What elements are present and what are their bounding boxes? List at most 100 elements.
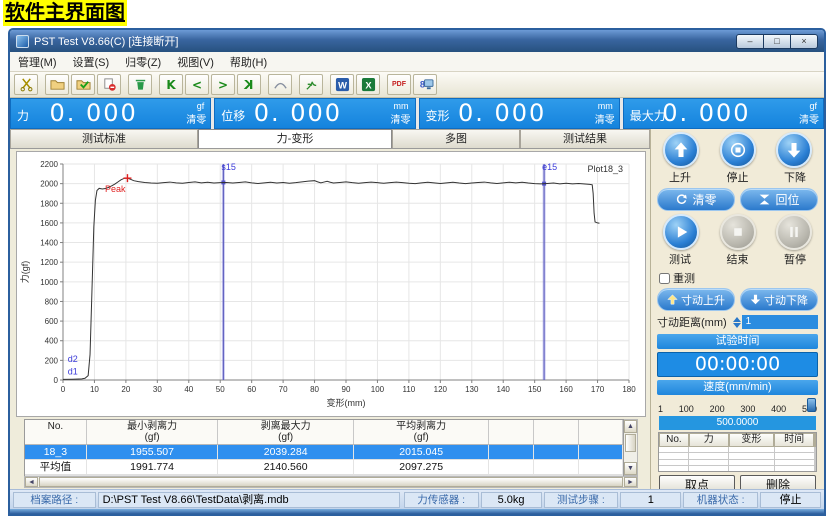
- slider-thumb[interactable]: [807, 398, 816, 412]
- force-value: 0. 000: [11, 99, 176, 127]
- scroll-up-icon[interactable]: ▲: [624, 420, 637, 433]
- tab-test-standard[interactable]: 测试标准: [10, 129, 198, 148]
- trash-icon-button[interactable]: [128, 74, 152, 95]
- take-point-button[interactable]: 取点: [659, 475, 735, 489]
- displacement-clear-button[interactable]: 清零: [391, 111, 411, 126]
- deformation-readout: 变形 0. 000 mm 清零: [419, 98, 620, 129]
- next-point-icon-button[interactable]: >: [211, 74, 235, 95]
- first-point-icon-button[interactable]: K: [159, 74, 183, 95]
- svg-text:130: 130: [465, 385, 479, 394]
- svg-text:150: 150: [528, 385, 542, 394]
- menu-manage[interactable]: 管理(M): [18, 54, 57, 70]
- retest-checkbox[interactable]: [659, 273, 670, 284]
- play-icon: [669, 220, 693, 244]
- svg-text:s15: s15: [221, 162, 236, 172]
- col-no: No.: [25, 421, 86, 432]
- scroll-thumb[interactable]: [39, 477, 623, 487]
- return-button[interactable]: 回位: [740, 188, 818, 211]
- open-folder-icon-button[interactable]: [45, 74, 69, 95]
- tab-test-results[interactable]: 测试结果: [520, 129, 650, 148]
- delete-button[interactable]: 删除: [740, 475, 816, 489]
- displacement-value: 0. 000: [215, 99, 380, 127]
- maxforce-clear-button[interactable]: 清零: [799, 111, 819, 126]
- jog-down-round-button[interactable]: [776, 132, 812, 168]
- svg-text:60: 60: [247, 385, 256, 394]
- deformation-clear-button[interactable]: 清零: [595, 111, 615, 126]
- jog-up-icon: [667, 294, 678, 305]
- svg-text:W: W: [338, 80, 347, 90]
- stop-circle-icon: [726, 138, 750, 162]
- tab-strip: 测试标准 力-变形 多图 测试结果: [10, 129, 650, 149]
- screen-capture-icon: 8: [417, 77, 434, 92]
- svg-text:400: 400: [45, 337, 59, 346]
- table-row[interactable]: 18_3 1955.507 2039.284 2015.045: [25, 445, 623, 460]
- maximize-button[interactable]: □: [763, 34, 791, 49]
- force-sensor-label: 力传感器 :: [404, 492, 479, 508]
- table-row[interactable]: 平均值 1991.774 2140.560 2097.275: [25, 460, 623, 475]
- jog-up-button[interactable]: 寸动上升: [657, 288, 735, 311]
- tab-multi-plot[interactable]: 多图: [392, 129, 520, 148]
- scroll-right-icon[interactable]: ►: [624, 477, 637, 487]
- curve-icon-button[interactable]: [268, 74, 292, 95]
- pdf-export-icon-button[interactable]: PDF: [387, 74, 411, 95]
- return-home-icon: [758, 193, 771, 206]
- test-pause-button[interactable]: [776, 214, 812, 250]
- close-button[interactable]: ×: [790, 34, 818, 49]
- left-column: 测试标准 力-变形 多图 测试结果 0102030405060708090100…: [10, 129, 650, 489]
- minimize-button[interactable]: –: [736, 34, 764, 49]
- test-step-value: 1: [620, 492, 681, 508]
- page-title: 软件主界面图: [3, 0, 127, 26]
- table-horizontal-scrollbar[interactable]: ◄ ►: [24, 476, 638, 488]
- table-vertical-scrollbar[interactable]: ▲ ▼: [624, 419, 638, 476]
- toolbar: K < > K W X PDF 8: [10, 72, 824, 98]
- mark-plant-icon: [304, 77, 319, 92]
- motor-stop-button[interactable]: [720, 132, 756, 168]
- file-path-label: 档案路径 :: [13, 492, 96, 508]
- prev-point-icon-button[interactable]: <: [185, 74, 209, 95]
- last-point-icon-button[interactable]: K: [237, 74, 261, 95]
- next-point-icon: >: [218, 78, 228, 92]
- mark-plant-icon-button[interactable]: [299, 74, 323, 95]
- force-sensor-value: 5.0kg: [481, 492, 542, 508]
- svg-text:1400: 1400: [40, 239, 58, 248]
- save-check-icon-button[interactable]: [71, 74, 95, 95]
- svg-text:变形(mm): 变形(mm): [327, 397, 366, 408]
- scroll-left-icon[interactable]: ◄: [25, 477, 38, 487]
- tab-force-deformation[interactable]: 力-变形: [198, 129, 392, 148]
- svg-text:50: 50: [216, 385, 225, 394]
- menu-help[interactable]: 帮助(H): [230, 54, 267, 70]
- speed-header: 速度(mm/min): [657, 380, 818, 395]
- spinner-up-icon[interactable]: [733, 317, 741, 322]
- excel-export-icon-button[interactable]: X: [356, 74, 380, 95]
- jog-distance-stepper[interactable]: [733, 317, 741, 328]
- scroll-thumb[interactable]: [625, 434, 636, 452]
- screen-capture-icon-button[interactable]: 8: [413, 74, 437, 95]
- svg-text:800: 800: [45, 297, 59, 306]
- col-max-peel: 剥离最大力: [218, 421, 353, 432]
- force-clear-button[interactable]: 清零: [186, 111, 206, 126]
- jog-down-icon: [750, 294, 761, 305]
- maxforce-unit: gf: [809, 101, 817, 111]
- test-time-value: 00:00:00: [657, 352, 818, 377]
- jog-distance-field[interactable]: 1: [742, 315, 818, 329]
- jog-down-button[interactable]: 寸动下降: [740, 288, 818, 311]
- window-controls: – □ ×: [737, 34, 818, 49]
- menu-zero[interactable]: 归零(Z): [125, 54, 161, 70]
- test-start-button[interactable]: [663, 214, 699, 250]
- word-export-icon-button[interactable]: W: [330, 74, 354, 95]
- test-end-button[interactable]: [720, 214, 756, 250]
- jog-up-round-button[interactable]: [663, 132, 699, 168]
- zero-button[interactable]: 清零: [657, 188, 735, 211]
- control-panel: 上升 停止 下降 清零 回位: [650, 129, 824, 489]
- svg-text:90: 90: [342, 385, 351, 394]
- menu-settings[interactable]: 设置(S): [73, 54, 110, 70]
- copy-remove-icon-button[interactable]: [97, 74, 121, 95]
- svg-text:180: 180: [622, 385, 636, 394]
- svg-text:d1: d1: [68, 367, 78, 377]
- spinner-down-icon[interactable]: [733, 323, 741, 328]
- menu-view[interactable]: 视图(V): [177, 54, 214, 70]
- title-bar[interactable]: PST Test V8.66(C) [连接断开] – □ ×: [10, 30, 824, 52]
- scroll-down-icon[interactable]: ▼: [624, 462, 637, 475]
- svg-text:30: 30: [153, 385, 162, 394]
- cut-icon-button[interactable]: [14, 74, 38, 95]
